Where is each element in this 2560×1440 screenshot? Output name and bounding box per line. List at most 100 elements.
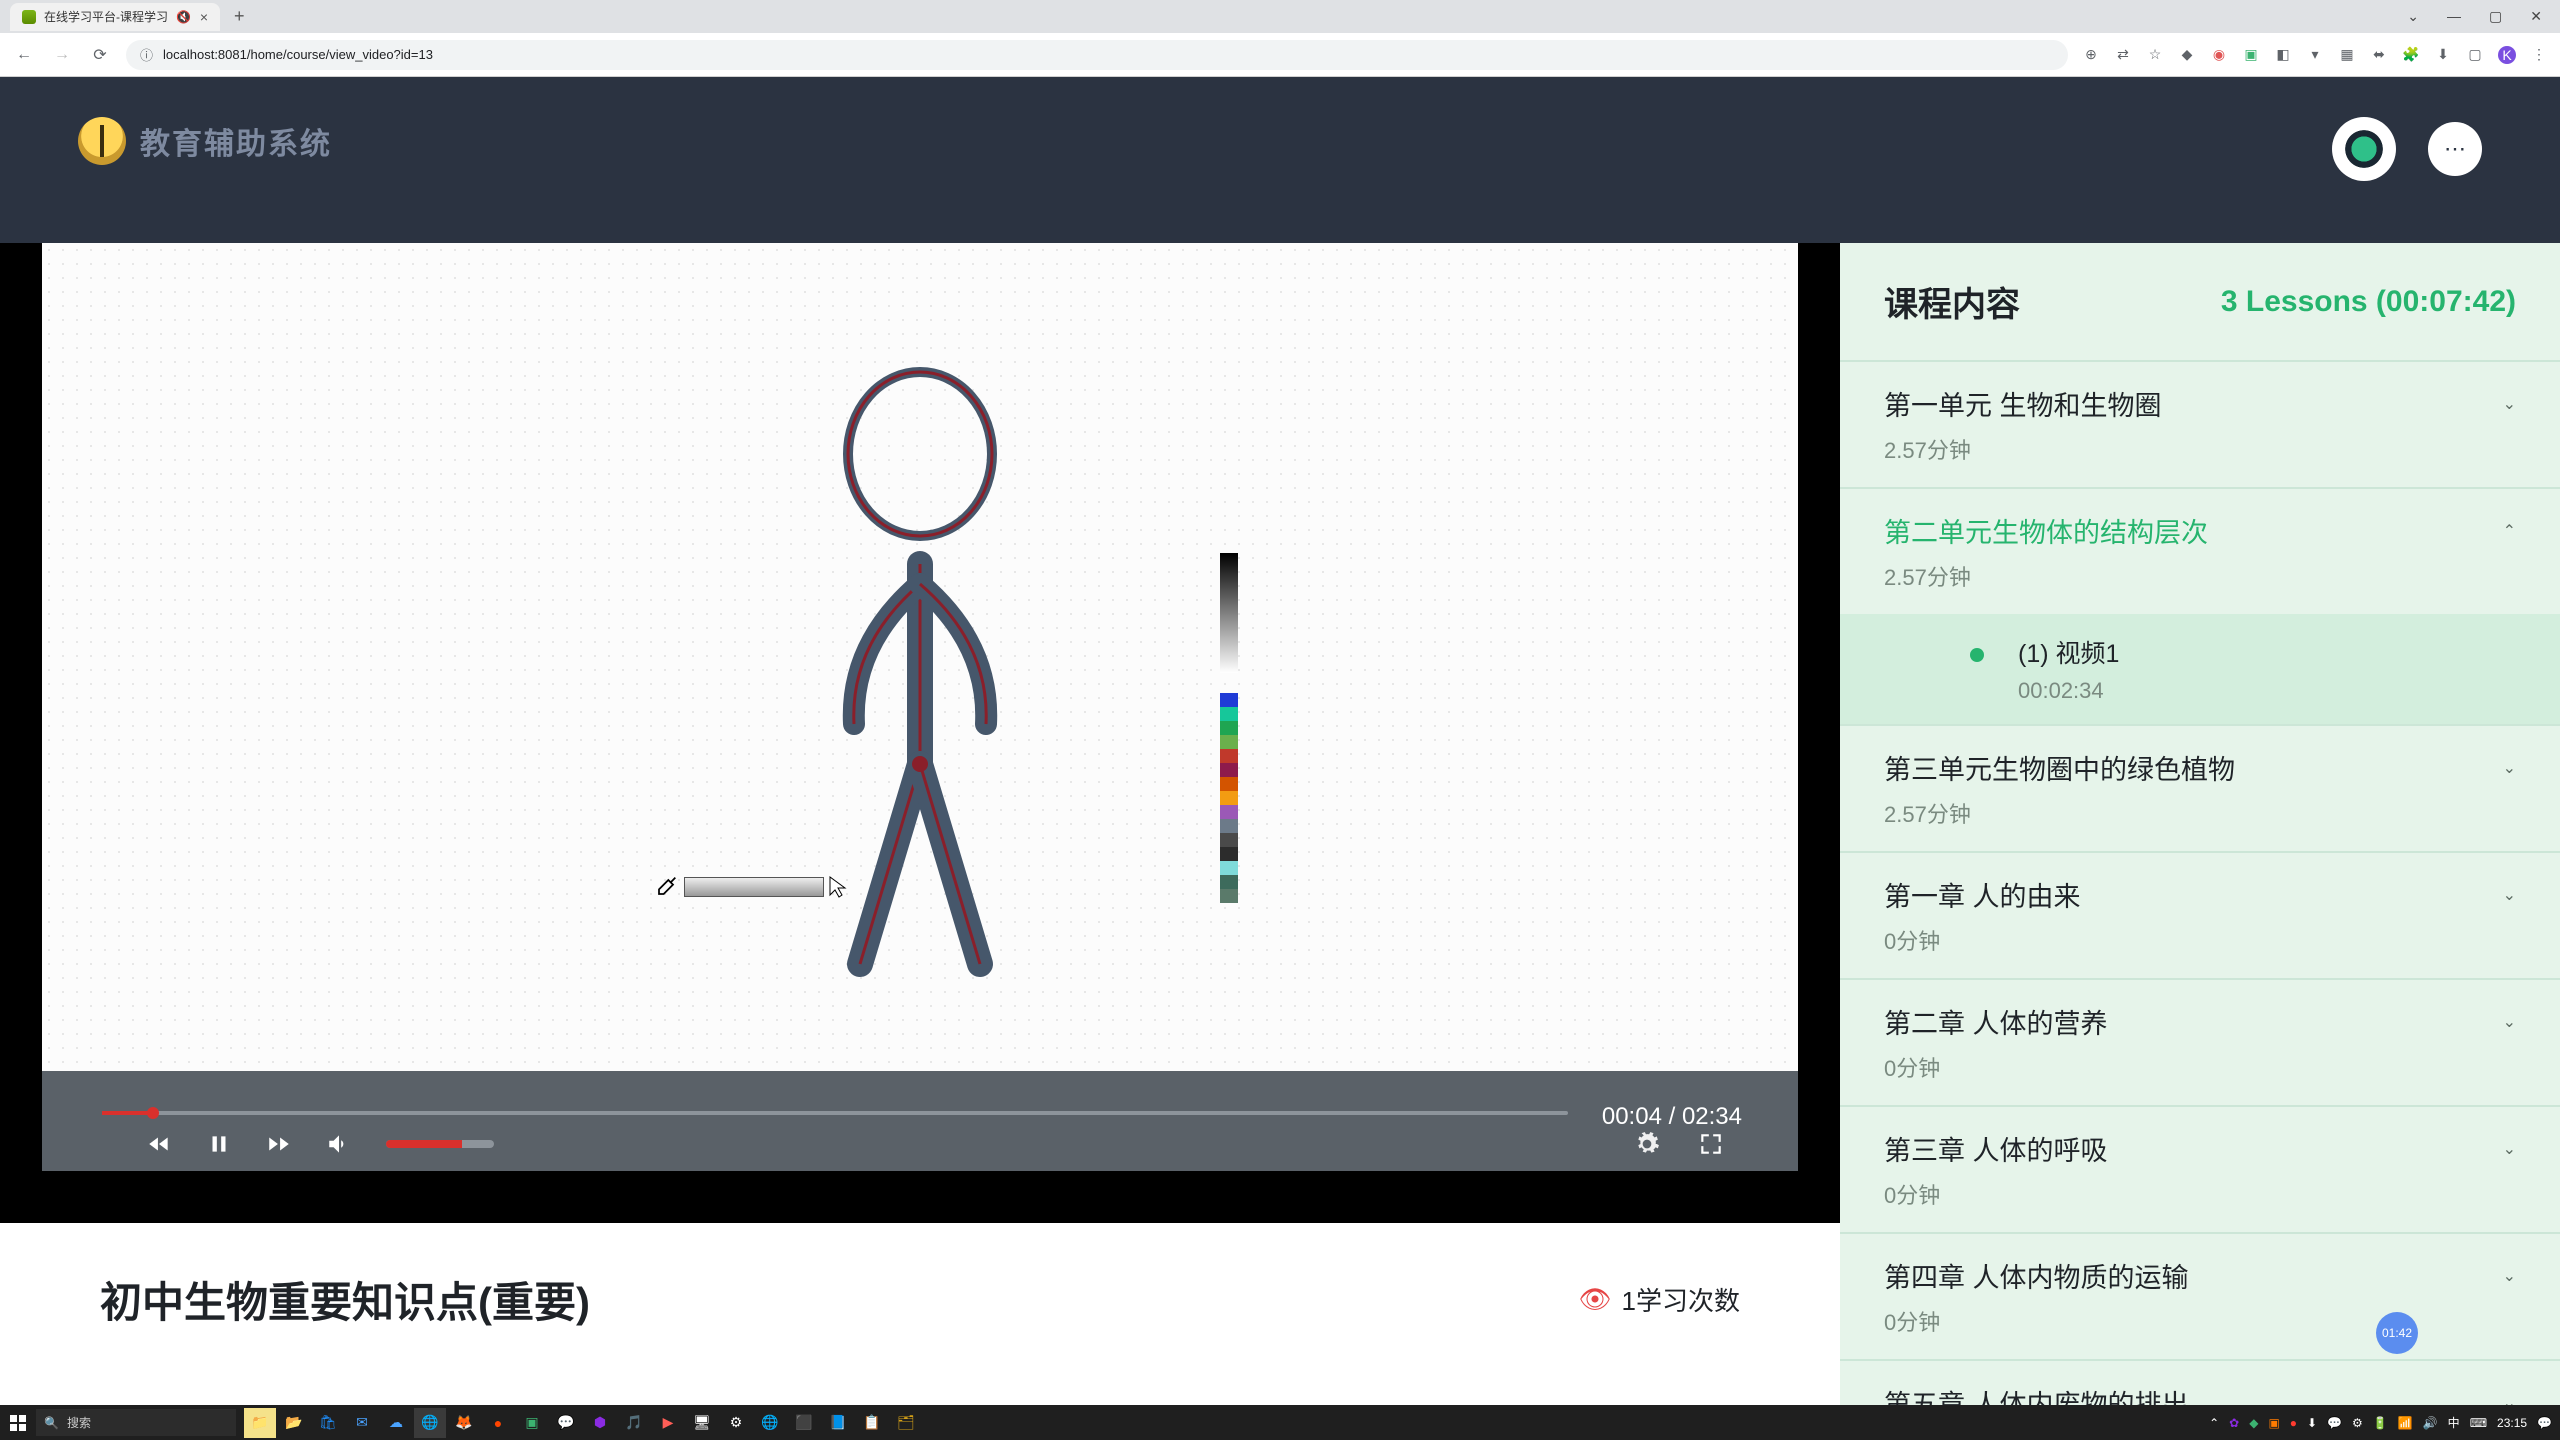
tray-battery-icon[interactable]: 🔋 [2373, 1416, 2388, 1430]
extensions-icon[interactable]: 🧩 [2402, 46, 2420, 64]
tray-chevron-icon[interactable]: ⌃ [2209, 1416, 2219, 1430]
lesson-duration: 0分钟 [1884, 1178, 2516, 1210]
app-13[interactable]: ▶ [652, 1408, 684, 1438]
app-20[interactable]: 🗂 [890, 1408, 922, 1438]
ext-4-icon[interactable]: ◧ [2274, 46, 2292, 64]
sidepanel-icon[interactable]: ▢ [2466, 46, 2484, 64]
tray-wechat-icon[interactable]: 💬 [2327, 1416, 2342, 1430]
address-bar[interactable]: ⓘ localhost:8081/home/course/view_video?… [126, 40, 2068, 70]
tray-2-icon[interactable]: ◆ [2249, 1416, 2258, 1430]
start-button[interactable] [0, 1405, 36, 1440]
menu-icon[interactable]: ⋮ [2530, 46, 2548, 64]
ext-3-icon[interactable]: ▣ [2242, 46, 2260, 64]
site-info-icon[interactable]: ⓘ [140, 45, 153, 64]
tray-3-icon[interactable]: ▣ [2268, 1416, 2279, 1430]
forward-button[interactable]: → [50, 43, 74, 67]
app-17[interactable]: ⬛ [788, 1408, 820, 1438]
translate-icon[interactable]: ⇄ [2114, 46, 2132, 64]
zoom-icon[interactable]: ⊕ [2082, 46, 2100, 64]
maximize-icon[interactable]: ▢ [2489, 8, 2502, 25]
ext-1-icon[interactable]: ◆ [2178, 46, 2196, 64]
tray-clock[interactable]: 23:15 [2497, 1416, 2527, 1430]
minimize-icon[interactable]: — [2447, 8, 2461, 25]
app-18[interactable]: 📘 [822, 1408, 854, 1438]
lesson-item[interactable]: 第四章 人体内物质的运输⌄0分钟 [1840, 1232, 2560, 1359]
tab-audio-icon[interactable]: 🔇 [176, 10, 191, 24]
lesson-item[interactable]: 第一章 人的由来⌄0分钟 [1840, 851, 2560, 978]
app-10[interactable]: 💬 [550, 1408, 582, 1438]
tray-1-icon[interactable]: ✿ [2229, 1416, 2239, 1430]
floating-timer-badge[interactable]: 01:42 [2376, 1312, 2418, 1354]
app-19[interactable]: 📋 [856, 1408, 888, 1438]
app-3[interactable]: 🛍 [312, 1408, 344, 1438]
bookmark-icon[interactable]: ☆ [2146, 46, 2164, 64]
progress-bar[interactable] [102, 1111, 1568, 1115]
ext-6-icon[interactable]: ▦ [2338, 46, 2356, 64]
mascot-icon[interactable] [2332, 117, 2396, 181]
volume-button[interactable] [326, 1131, 352, 1157]
app-2[interactable]: 📂 [278, 1408, 310, 1438]
tab-close-icon[interactable]: × [200, 9, 208, 25]
lesson-item[interactable]: 第三章 人体的呼吸⌄0分钟 [1840, 1105, 2560, 1232]
browser-tab[interactable]: 在线学习平台-课程学习 🔇 × [10, 3, 220, 31]
lesson-item[interactable]: 第一单元 生物和生物圈⌄2.57分钟 [1840, 360, 2560, 487]
brand-logo[interactable]: 教育辅助系统 [78, 117, 332, 165]
app-8[interactable]: ● [482, 1408, 514, 1438]
grayscale-palette[interactable] [1220, 553, 1238, 673]
lesson-sub-item[interactable]: (1) 视频100:02:34 [1840, 614, 2560, 724]
close-window-icon[interactable]: ✕ [2530, 8, 2542, 25]
volume-slider[interactable] [386, 1140, 494, 1148]
gradient-swatch[interactable] [684, 877, 824, 897]
eyedropper-tool[interactable] [652, 873, 848, 901]
app-15[interactable]: ⚙ [720, 1408, 752, 1438]
app-5[interactable]: ☁ [380, 1408, 412, 1438]
chevron-down-icon[interactable]: ⌄ [2407, 8, 2419, 25]
app-14[interactable]: 🖥 [686, 1408, 718, 1438]
pause-button[interactable] [206, 1131, 232, 1157]
eye-icon: 👁 [1579, 1284, 1612, 1315]
tray-lang-icon[interactable]: ⌨ [2470, 1416, 2487, 1430]
taskbar-search[interactable]: 🔍 搜索 [36, 1409, 236, 1436]
browser-chrome: 在线学习平台-课程学习 🔇 × + ⌄ — ▢ ✕ ← → ⟳ ⓘ localh… [0, 0, 2560, 77]
app-11[interactable]: ⬢ [584, 1408, 616, 1438]
tray-4-icon[interactable]: ● [2290, 1416, 2297, 1430]
ext-7-icon[interactable]: ⬌ [2370, 46, 2388, 64]
tray-notifications-icon[interactable]: 💬 [2537, 1416, 2552, 1430]
rewind-button[interactable] [146, 1131, 172, 1157]
app-16[interactable]: 🌐 [754, 1408, 786, 1438]
fullscreen-button[interactable] [1698, 1131, 1724, 1157]
app-7[interactable]: 🦊 [448, 1408, 480, 1438]
chevron-down-icon: ⌄ [2503, 758, 2516, 778]
download-icon[interactable]: ⬇ [2434, 46, 2452, 64]
lesson-item[interactable]: 第二章 人体的营养⌄0分钟 [1840, 978, 2560, 1105]
settings-button[interactable] [1634, 1131, 1660, 1157]
app-1[interactable]: 📁 [244, 1408, 276, 1438]
ext-5-icon[interactable]: ▾ [2306, 46, 2324, 64]
main-layout: 00:04 / 02:34 初中生物重要知识点(重要) 👁 [0, 243, 2560, 1405]
lesson-item[interactable]: 第三单元生物圈中的绿色植物⌄2.57分钟 [1840, 724, 2560, 851]
video-letterbox [0, 1171, 1840, 1223]
app-9[interactable]: ▣ [516, 1408, 548, 1438]
tray-volume-icon[interactable]: 🔊 [2423, 1416, 2438, 1430]
back-button[interactable]: ← [12, 43, 36, 67]
video-canvas[interactable] [42, 243, 1798, 1071]
search-placeholder: 搜索 [67, 1414, 91, 1431]
profile-avatar[interactable]: K [2498, 46, 2516, 64]
tray-6-icon[interactable]: ⚙ [2352, 1416, 2363, 1430]
more-button[interactable]: ⋯ [2428, 122, 2482, 176]
tray-ime-icon[interactable]: 中 [2448, 1414, 2460, 1431]
app-4[interactable]: ✉ [346, 1408, 378, 1438]
color-palette[interactable] [1220, 693, 1238, 903]
reload-button[interactable]: ⟳ [88, 43, 112, 67]
new-tab-button[interactable]: + [226, 6, 253, 27]
app-12[interactable]: 🎵 [618, 1408, 650, 1438]
ext-2-icon[interactable]: ◉ [2210, 46, 2228, 64]
tray-5-icon[interactable]: ⬇ [2307, 1416, 2317, 1430]
forward-button[interactable] [266, 1131, 292, 1157]
windows-taskbar: 🔍 搜索 📁 📂 🛍 ✉ ☁ 🌐 🦊 ● ▣ 💬 ⬢ 🎵 ▶ 🖥 ⚙ 🌐 ⬛ 📘… [0, 1405, 2560, 1440]
lesson-item[interactable]: 第五章 人体内废物的排出⌄0分钟 [1840, 1359, 2560, 1405]
tray-wifi-icon[interactable]: 📶 [2398, 1416, 2413, 1430]
app-6[interactable]: 🌐 [414, 1408, 446, 1438]
lesson-item[interactable]: 第二单元生物体的结构层次⌃2.57分钟 [1840, 487, 2560, 614]
lesson-title: 第四章 人体内物质的运输 [1884, 1256, 2189, 1295]
